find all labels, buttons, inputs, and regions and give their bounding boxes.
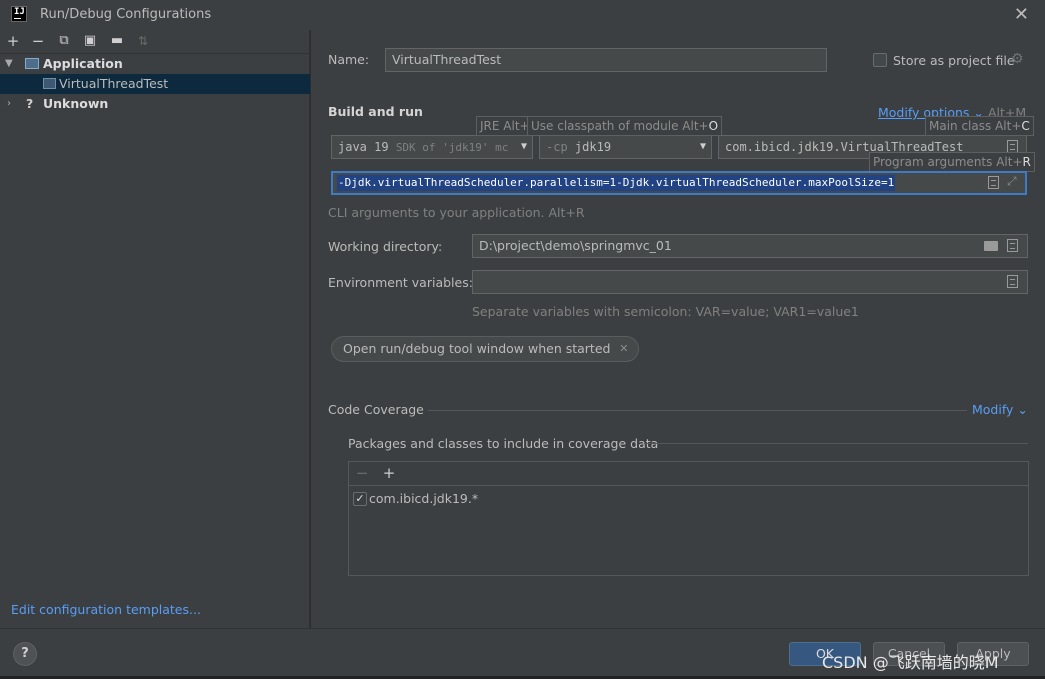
run-config-icon [43, 78, 56, 89]
store-as-project-label: Store as project file [893, 53, 1015, 68]
copy-icon[interactable]: ⧉ [55, 32, 73, 50]
csdn-watermark: CSDN @飞跃南墙的晓M [822, 653, 999, 672]
help-button[interactable]: ? [13, 642, 37, 666]
environment-variables-label: Environment variables: [328, 275, 473, 290]
coverage-packages-list: − + ✓ com.ibicd.jdk19.* [348, 461, 1029, 576]
coverage-item-label: com.ibicd.jdk19.* [369, 491, 479, 506]
chevron-down-icon: ▼ [520, 141, 527, 152]
open-tool-window-label: Open run/debug tool window when started [343, 341, 611, 356]
dialog-button-bar: ? OK Cancel Apply CSDN @飞跃南墙的晓M [0, 628, 1045, 679]
program-args-tooltip: Program arguments Alt+R [869, 152, 1035, 172]
jre-tooltip: JRE Alt+ [476, 116, 530, 136]
working-directory-value: D:\project\demo\springmvc_01 [479, 238, 672, 253]
code-coverage-divider [428, 410, 967, 411]
tree-item-unknown[interactable]: › ? Unknown [0, 94, 310, 114]
packages-label: Packages and classes to include in cover… [348, 436, 659, 451]
intellij-logo-icon: IJ [11, 6, 27, 22]
tree-item-virtualthreadtest-label: VirtualThreadTest [59, 76, 169, 91]
title-bar: IJ Run/Debug Configurations ✕ [0, 0, 1045, 30]
folder-icon[interactable] [984, 241, 998, 251]
jre-select-hint: SDK of 'jdk19' mc [395, 141, 509, 154]
name-input[interactable]: VirtualThreadTest [385, 48, 827, 72]
chevron-right-icon[interactable]: › [7, 94, 11, 114]
remove-option-icon[interactable]: ✕ [619, 337, 628, 361]
tree-item-application-label: Application [43, 56, 123, 71]
environment-variables-input[interactable] [472, 270, 1028, 294]
working-directory-label: Working directory: [328, 239, 443, 254]
sidebar-toolbar: + − ⧉ ▣ ▬ ⇅ [0, 30, 310, 54]
classpath-prefix: -cp [546, 140, 568, 154]
classpath-select-value: jdk19 [574, 140, 612, 154]
tree-item-application[interactable]: ▼ Application [0, 54, 310, 74]
new-folder-icon[interactable]: ▬ [108, 32, 126, 50]
macros-icon[interactable] [1007, 239, 1018, 252]
tree-item-virtualthreadtest[interactable]: VirtualThreadTest [0, 74, 310, 94]
modify-link[interactable]: Modify ⌄ [972, 402, 1028, 417]
program-arguments-value: -Djdk.virtualThreadScheduler.parallelism… [337, 175, 896, 191]
name-label: Name: [328, 52, 370, 67]
sort-icon[interactable]: ⇅ [134, 32, 152, 50]
store-as-project-checkbox[interactable] [873, 53, 887, 67]
configuration-tree: ▼ Application VirtualThreadTest › ? Unkn… [0, 54, 310, 114]
chevron-down-icon[interactable]: ▼ [5, 54, 13, 74]
gear-icon[interactable]: ⚙ [1011, 51, 1024, 67]
working-directory-input[interactable]: D:\project\demo\springmvc_01 [472, 234, 1028, 258]
chevron-down-icon: ▼ [699, 141, 706, 152]
question-icon: ? [26, 96, 34, 111]
close-icon[interactable]: ✕ [1014, 4, 1029, 25]
classpath-select[interactable]: -cp jdk19 ▼ [539, 135, 712, 159]
main-class-tooltip: Main class Alt+C [925, 116, 1034, 136]
open-tool-window-option[interactable]: Open run/debug tool window when started … [331, 336, 640, 362]
packages-divider [644, 443, 1028, 444]
configurations-sidebar: + − ⧉ ▣ ▬ ⇅ ▼ Application VirtualThreadT… [0, 30, 310, 628]
build-and-run-heading: Build and run [328, 104, 423, 119]
edit-templates-link[interactable]: Edit configuration templates... [11, 602, 201, 617]
classpath-tooltip: Use classpath of module Alt+O [527, 116, 723, 136]
program-arguments-input[interactable]: -Djdk.virtualThreadScheduler.parallelism… [331, 171, 1027, 195]
add-icon[interactable]: + [380, 464, 398, 482]
expand-field-icon[interactable] [988, 176, 999, 189]
maximize-icon[interactable]: ⤢ [1007, 174, 1017, 189]
cli-arguments-hint: CLI arguments to your application. Alt+R [328, 205, 585, 220]
jre-select[interactable]: java 19 SDK of 'jdk19' mc ▼ [331, 135, 533, 159]
code-coverage-label: Code Coverage [328, 402, 424, 417]
coverage-list-toolbar: − + [349, 462, 1028, 486]
save-icon[interactable]: ▣ [81, 32, 99, 50]
configuration-form: Name: VirtualThreadTest Store as project… [311, 30, 1045, 628]
remove-icon[interactable]: − [353, 464, 371, 482]
remove-icon[interactable]: − [29, 32, 47, 50]
application-icon [25, 58, 39, 69]
edit-environment-icon[interactable] [1007, 275, 1018, 288]
tree-item-unknown-label: Unknown [43, 96, 109, 111]
add-icon[interactable]: + [4, 32, 22, 50]
environment-variables-hint: Separate variables with semicolon: VAR=v… [472, 304, 859, 319]
jre-select-value: java 19 [338, 140, 389, 154]
window-title: Run/Debug Configurations [40, 7, 212, 22]
coverage-item-checkbox[interactable]: ✓ [353, 492, 367, 506]
